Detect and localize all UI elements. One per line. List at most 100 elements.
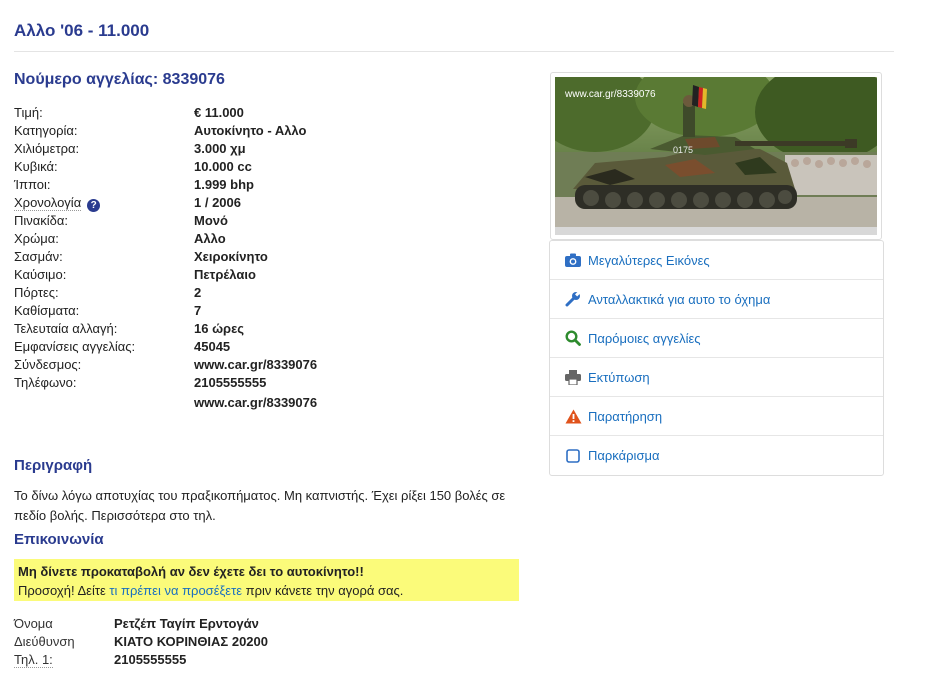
spec-row-phone: Τηλέφωνο: 2105555555: [14, 374, 534, 392]
spec-row-seats: Καθίσματα: 7: [14, 302, 534, 320]
spec-value: € 11.000: [194, 105, 244, 120]
spec-label: Ίπποι:: [14, 177, 51, 192]
spec-value: Αλλο: [194, 231, 226, 246]
title-divider: [14, 51, 894, 52]
spec-label: Καύσιμο:: [14, 267, 67, 282]
spec-label: Κυβικά:: [14, 159, 58, 174]
spec-label: Σύνδεσμος:: [14, 357, 82, 372]
warning-link[interactable]: τι πρέπει να προσέξετε: [109, 583, 242, 598]
contact-label: Όνομα: [14, 616, 53, 631]
warning-box: Μη δίνετε προκαταβολή αν δεν έχετε δει τ…: [14, 559, 519, 601]
spec-value: Πετρέλαιο: [194, 267, 256, 282]
listing-link-secondary[interactable]: www.car.gr/8339076: [194, 394, 317, 412]
wrench-icon: [564, 290, 582, 308]
spec-label: Εμφανίσεις αγγελίας:: [14, 339, 136, 354]
page-title: Αλλο '06 - 11.000: [14, 21, 150, 40]
spec-label: Τηλέφωνο:: [14, 375, 77, 390]
ad-number: Νούμερο αγγελίας: 8339076: [14, 71, 225, 88]
spec-label: Σασμάν:: [14, 249, 63, 264]
spec-row-doors: Πόρτες: 2: [14, 284, 534, 302]
action-menu: Μεγαλύτερες Εικόνες Ανταλλακτικά για αυτ…: [549, 240, 884, 476]
spec-row-year: Χρονολογία? 1 / 2006: [14, 194, 534, 212]
spec-row-price: Τιμή: € 11.000: [14, 104, 534, 122]
contact-row-name: Όνομα Ρετζέπ Ταγίπ Ερντογάν: [14, 615, 268, 633]
warning-strong: Μη δίνετε προκαταβολή αν δεν έχετε δει τ…: [18, 564, 364, 579]
tank-number: 0175: [673, 145, 693, 155]
menu-label: Παρκάρισμα: [588, 448, 660, 463]
contact-value: ΚΙΑΤΟ ΚΟΡΙΝΘΙΑΣ 20200: [114, 634, 268, 649]
spec-table: Τιμή: € 11.000 Κατηγορία: Αυτοκίνητο - Αλλ…: [14, 104, 534, 412]
vehicle-photo-frame[interactable]: 0175 www.car.gr/8339076: [550, 72, 882, 240]
menu-similar-ads[interactable]: Παρόμοιες αγγελίες: [550, 319, 883, 358]
description-text: Το δίνω λόγω αποτυχίας του πραξικοπήματο…: [14, 488, 506, 523]
spec-value: 10.000 cc: [194, 159, 252, 174]
spec-row-gearbox: Σασμάν: Χειροκίνητο: [14, 248, 534, 266]
tank-photo-image: 0175 www.car.gr/8339076: [555, 77, 877, 235]
menu-label: Μεγαλύτερες Εικόνες: [588, 252, 710, 268]
spec-row-cc: Κυβικά: 10.000 cc: [14, 158, 534, 176]
spec-row-link-2: www.car.gr/8339076: [14, 394, 534, 412]
spec-row-mileage: Χιλιόμετρα: 3.000 χμ: [14, 140, 534, 158]
menu-spare-parts[interactable]: Ανταλλακτικά για αυτο το όχημα: [550, 280, 883, 319]
description-title: Περιγραφή: [14, 457, 93, 474]
spec-label: Τελευταία αλλαγή:: [14, 321, 118, 336]
spec-value: Αυτοκίνητο - Αλλο: [194, 123, 307, 138]
menu-label: Παρατήρηση: [588, 408, 663, 424]
menu-print[interactable]: Εκτύπωση: [550, 358, 883, 397]
contact-label: Τηλ. 1:: [14, 651, 114, 669]
spec-row-plate: Πινακίδα: Μονό: [14, 212, 534, 230]
spec-label: Τιμή:: [14, 105, 43, 120]
menu-label: Ανταλλακτικά για αυτο το όχημα: [588, 291, 771, 307]
spec-value: Μονό: [194, 213, 228, 228]
spec-label-with-help: Χρονολογία?: [14, 194, 194, 212]
menu-larger-images[interactable]: Μεγαλύτερες Εικόνες: [550, 241, 883, 280]
contact-row-address: Διεύθυνση ΚΙΑΤΟ ΚΟΡΙΝΘΙΑΣ 20200: [14, 633, 268, 651]
spec-row-category: Κατηγορία: Αυτοκίνητο - Αλλο: [14, 122, 534, 140]
contact-value: 2105555555: [114, 652, 187, 667]
year-label: Χρονολογία: [14, 195, 82, 211]
checkbox-icon: [564, 447, 582, 465]
spec-value: 16 ώρες: [194, 321, 245, 336]
spec-value: 45045: [194, 339, 231, 354]
spec-row-fuel: Καύσιμο: Πετρέλαιο: [14, 266, 534, 284]
spec-value: Χειροκίνητο: [194, 249, 268, 264]
contact-title: Επικοινωνία: [14, 531, 104, 548]
spec-label: Χρώμα:: [14, 231, 59, 246]
spec-label: Χιλιόμετρα:: [14, 141, 80, 156]
contact-label: Διεύθυνση: [14, 634, 75, 649]
listing-link[interactable]: www.car.gr/8339076: [194, 356, 317, 374]
menu-report[interactable]: Παρατήρηση: [550, 397, 883, 436]
spec-row-link: Σύνδεσμος: www.car.gr/8339076: [14, 356, 534, 374]
spec-label: Κατηγορία:: [14, 123, 78, 138]
spec-value: 7: [194, 303, 202, 318]
spec-row-last-change: Τελευταία αλλαγή: 16 ώρες: [14, 320, 534, 338]
warning-line: Προσοχή! Δείτε τι πρέπει να προσέξετε πρ…: [18, 581, 515, 600]
spec-label: Καθίσματα:: [14, 303, 80, 318]
spec-row-hp: Ίπποι: 1.999 bhp: [14, 176, 534, 194]
search-icon: [564, 329, 582, 347]
contact-value: Ρετζέπ Ταγίπ Ερντογάν: [114, 616, 259, 631]
print-icon: [564, 368, 582, 386]
phone-label: Τηλ. 1:: [14, 652, 53, 668]
warning-suffix: πριν κάνετε την αγορά σας.: [242, 583, 404, 598]
contact-details: Όνομα Ρετζέπ Ταγίπ Ερντογάν Διεύθυνση ΚΙΑΤ…: [14, 615, 268, 669]
menu-park[interactable]: Παρκάρισμα: [550, 436, 883, 475]
spec-value: 3.000 χμ: [194, 141, 246, 156]
spec-value: 1.999 bhp: [194, 177, 254, 192]
phone-value: 2105555555: [194, 375, 267, 390]
menu-label: Εκτύπωση: [588, 369, 650, 385]
spec-label: [14, 394, 194, 412]
camera-icon: [564, 251, 582, 269]
contact-row-phone: Τηλ. 1: 2105555555: [14, 651, 268, 669]
warning-icon: [564, 407, 582, 425]
menu-label: Παρόμοιες αγγελίες: [588, 330, 701, 346]
photo-watermark: www.car.gr/8339076: [564, 89, 656, 100]
vehicle-photo[interactable]: 0175 www.car.gr/8339076: [555, 77, 877, 235]
warning-prefix: Προσοχή! Δείτε: [18, 583, 110, 598]
spec-label: Πόρτες:: [14, 285, 59, 300]
spec-row-color: Χρώμα: Αλλο: [14, 230, 534, 248]
help-icon[interactable]: ?: [87, 199, 101, 212]
spec-value: 1 / 2006: [194, 195, 241, 210]
spec-row-views: Εμφανίσεις αγγελίας: 45045: [14, 338, 534, 356]
spec-label: Πινακίδα:: [14, 213, 69, 228]
